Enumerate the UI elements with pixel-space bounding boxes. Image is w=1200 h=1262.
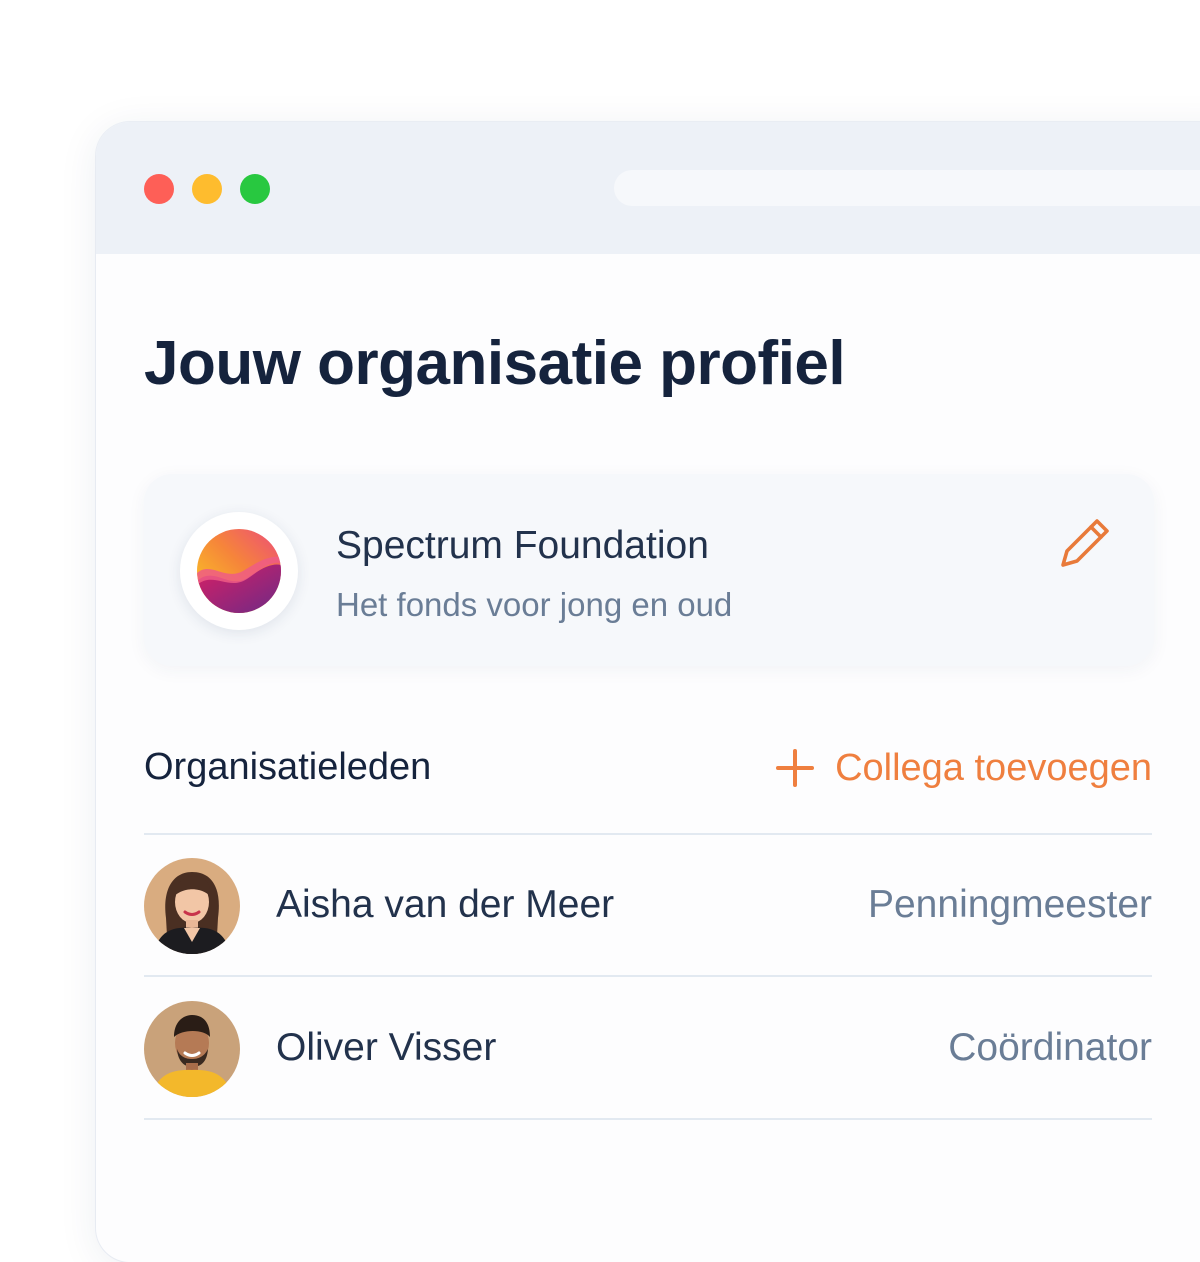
member-role: Coördinator [948, 1026, 1152, 1069]
member-name: Aisha van der Meer [276, 883, 615, 926]
member-row[interactable]: Aisha van der Meer Penningmeester [144, 835, 1152, 977]
close-window-button[interactable] [144, 174, 174, 204]
members-heading: Organisatieleden [144, 746, 432, 788]
member-row[interactable]: Oliver Visser Coördinator [144, 978, 1152, 1120]
member-avatar [144, 858, 240, 954]
browser-window: Jouw organisatie profiel Spectrum Founda… [96, 122, 1200, 1262]
page-title: Jouw organisatie profiel [144, 329, 846, 398]
maximize-window-button[interactable] [240, 174, 270, 204]
window-titlebar [96, 122, 1200, 254]
organization-logo [180, 512, 298, 630]
pencil-icon [1061, 519, 1109, 567]
divider [144, 1118, 1152, 1120]
member-name: Oliver Visser [276, 1026, 497, 1069]
add-colleague-label: Collega toevoegen [835, 746, 1152, 789]
avatar-photo [144, 1001, 240, 1097]
add-colleague-button[interactable]: Collega toevoegen [775, 742, 1152, 794]
spectrum-logo-icon [197, 529, 281, 613]
member-role: Penningmeester [867, 883, 1152, 926]
edit-organization-button[interactable] [1056, 514, 1114, 572]
minimize-window-button[interactable] [192, 174, 222, 204]
member-avatar [144, 1001, 240, 1097]
plus-icon [776, 749, 815, 787]
organization-tagline: Het fonds voor jong en oud [336, 586, 733, 623]
organization-card: Spectrum Foundation Het fonds voor jong … [144, 474, 1154, 666]
address-bar[interactable] [614, 170, 1200, 206]
divider [144, 975, 1152, 977]
avatar-photo [144, 858, 240, 954]
organization-name: Spectrum Foundation [336, 524, 709, 567]
